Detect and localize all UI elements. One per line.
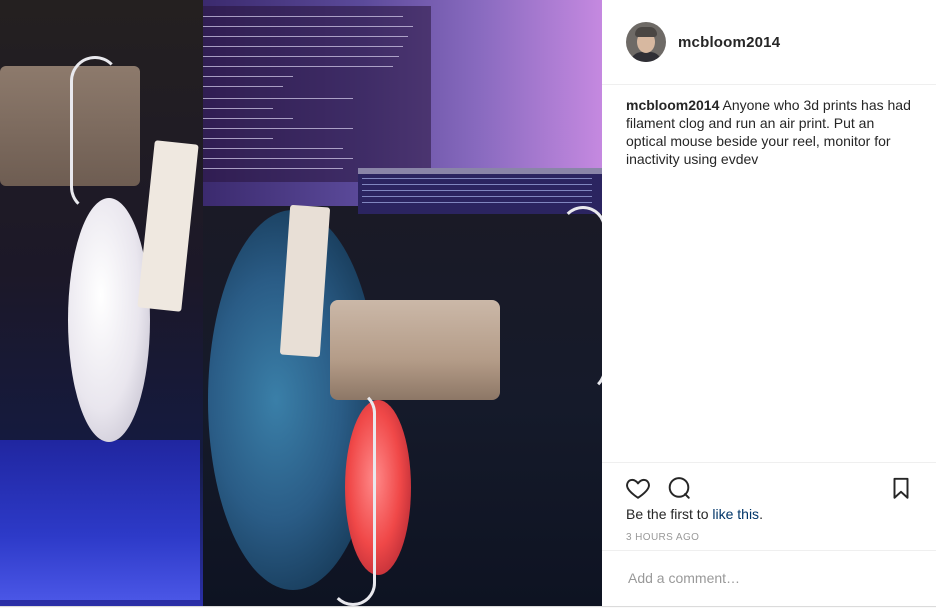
comment-bubble-icon[interactable] (666, 475, 692, 501)
terminal-window-graphic (203, 6, 431, 182)
avatar[interactable] (626, 22, 666, 62)
post-image[interactable] (0, 0, 602, 606)
caption-username-link[interactable]: mcbloom2014 (626, 97, 719, 113)
printer-bed-graphic (0, 440, 200, 600)
heart-icon[interactable] (625, 475, 651, 501)
terminal-window-graphic-2 (358, 168, 602, 214)
post-timestamp[interactable]: 3 HOURS AGO (626, 532, 699, 543)
bookmark-icon[interactable] (888, 475, 914, 501)
cardboard-tube-graphic (330, 300, 500, 400)
post-header: mcbloom2014 (602, 0, 936, 85)
mouse-cable-graphic-3 (560, 206, 602, 392)
post-sidebar: mcbloom2014 mcbloom2014 Anyone who 3d pr… (602, 0, 936, 606)
comment-box (602, 550, 936, 607)
mouse-cable-graphic (70, 56, 120, 212)
post-caption: mcbloom2014 Anyone who 3d prints has had… (626, 96, 916, 168)
post-card: mcbloom2014 mcbloom2014 Anyone who 3d pr… (0, 0, 936, 607)
mouse-cable-graphic-2 (330, 390, 376, 606)
comment-input[interactable] (626, 565, 910, 591)
likes-line: Be the first to like this. (626, 506, 763, 522)
username-link[interactable]: mcbloom2014 (678, 34, 780, 51)
white-mouse-graphic (68, 198, 150, 442)
like-this-link[interactable]: like this (712, 506, 759, 522)
likes-prefix: Be the first to (626, 506, 709, 522)
likes-suffix: . (759, 506, 763, 522)
post-actions (602, 462, 936, 507)
